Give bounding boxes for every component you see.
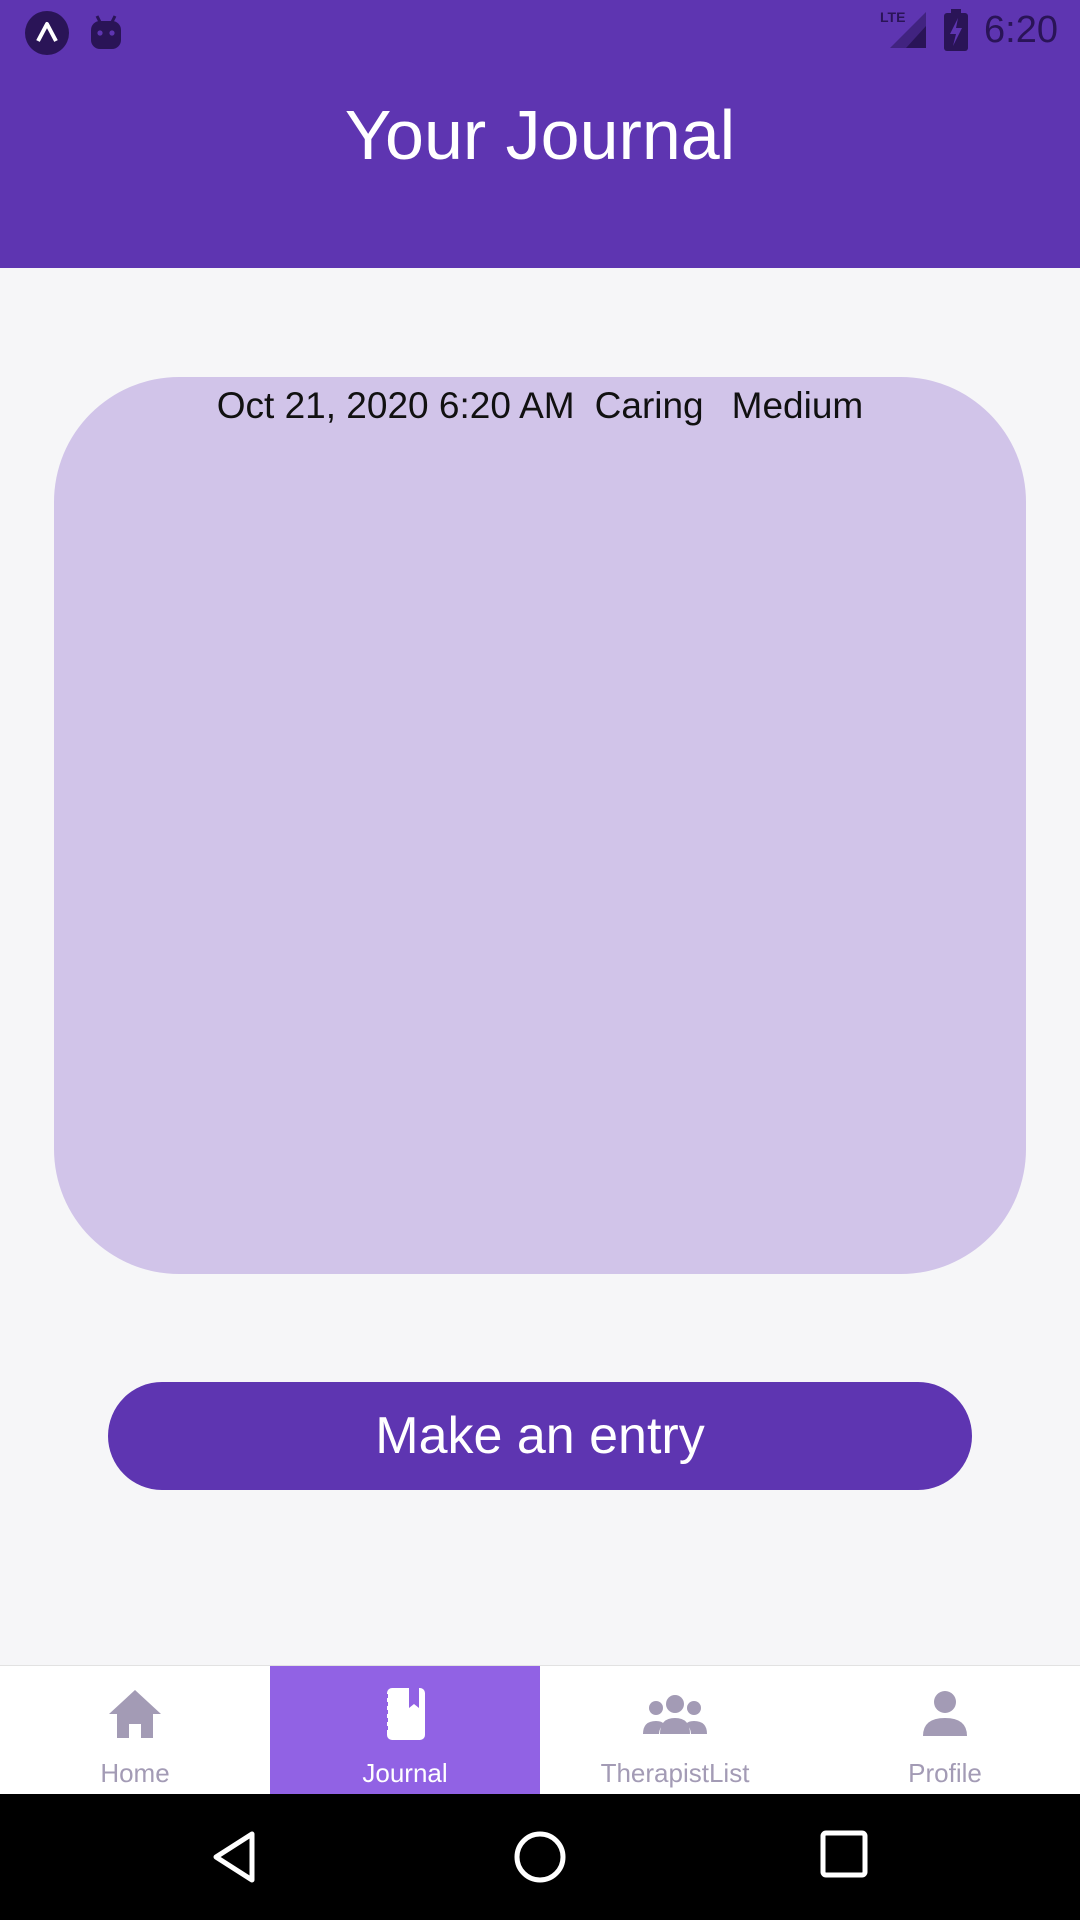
app-a-icon [25, 11, 69, 55]
status-time: 6:20 [984, 8, 1058, 51]
page-title: Your Journal [344, 96, 736, 174]
home-icon [109, 1690, 161, 1738]
bottom-navigation: Home Journal TherapistList Profile [0, 1665, 1080, 1795]
nav-label-profile: Profile [908, 1758, 982, 1788]
group-icon [643, 1695, 707, 1734]
nav-item-home[interactable]: Home [0, 1666, 270, 1795]
nav-item-therapistlist[interactable]: TherapistList [540, 1666, 810, 1795]
battery-charging-icon [944, 9, 969, 51]
person-icon [923, 1691, 967, 1736]
journal-entry-meta: Oct 21, 2020 6:20 AM Caring Medium [0, 385, 1080, 427]
status-bar: LTE 6:20 [0, 0, 1080, 64]
journal-icon [383, 1688, 425, 1740]
back-icon[interactable] [212, 1830, 258, 1884]
nav-label-journal: Journal [362, 1758, 448, 1788]
system-navigation-bar [0, 1794, 1080, 1920]
entry-intensity: Medium [731, 385, 864, 426]
recents-icon[interactable] [820, 1830, 868, 1878]
nav-label-home: Home [100, 1758, 170, 1788]
home-circle-icon[interactable] [513, 1830, 567, 1884]
journal-entry-card[interactable] [54, 377, 1026, 1274]
nav-item-journal[interactable]: Journal [270, 1666, 540, 1795]
entry-date: Oct 21, 2020 6:20 AM [216, 385, 575, 426]
lte-signal-icon: LTE [880, 9, 927, 48]
make-entry-button[interactable]: Make an entry [108, 1382, 972, 1490]
nav-item-profile[interactable]: Profile [810, 1666, 1080, 1795]
nav-label-therapistlist: TherapistList [600, 1758, 750, 1788]
app-header: Your Journal [0, 64, 1080, 268]
entry-emotion: Caring [594, 385, 704, 426]
svg-text:LTE: LTE [880, 9, 905, 25]
android-icon [91, 15, 121, 49]
